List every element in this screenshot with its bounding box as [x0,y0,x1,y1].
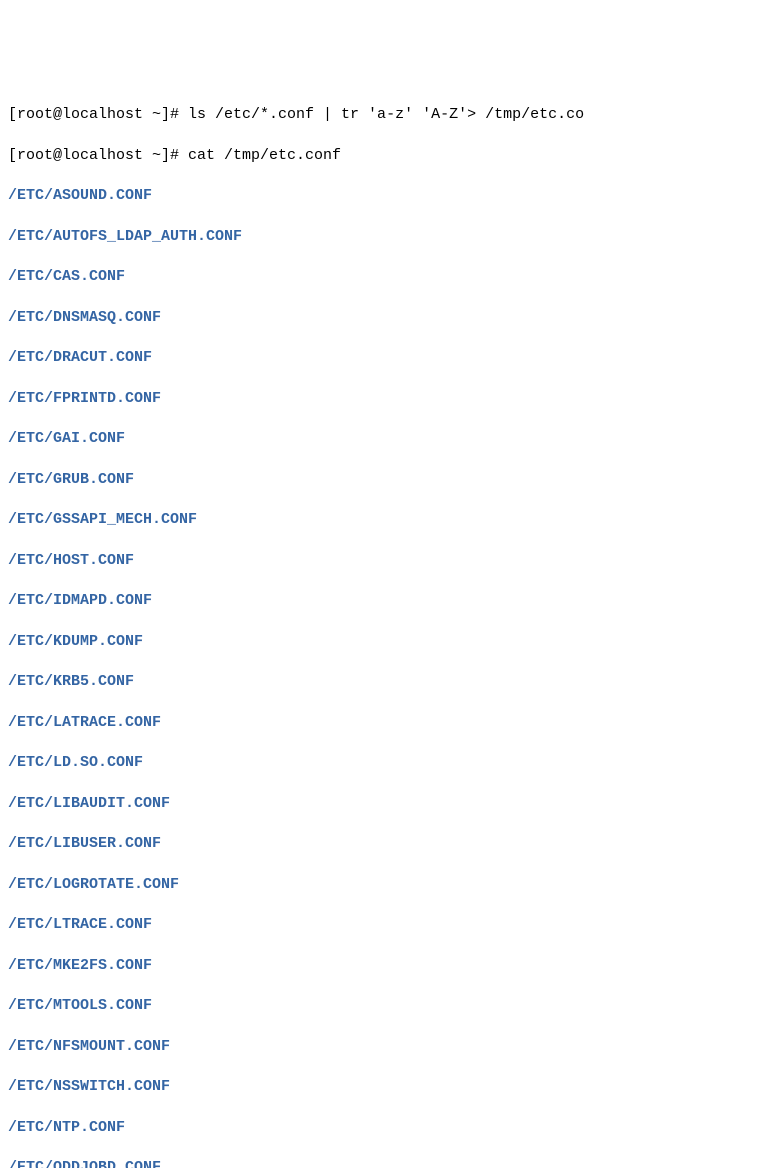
output-line: /ETC/KRB5.CONF [8,672,768,692]
output-line: /ETC/ASOUND.CONF [8,186,768,206]
output-line: /ETC/MTOOLS.CONF [8,996,768,1016]
output-line: /ETC/FPRINTD.CONF [8,389,768,409]
output-line: /ETC/LIBUSER.CONF [8,834,768,854]
output-line: /ETC/NTP.CONF [8,1118,768,1138]
output-line: /ETC/MKE2FS.CONF [8,956,768,976]
output-line: /ETC/GSSAPI_MECH.CONF [8,510,768,530]
output-line: /ETC/GAI.CONF [8,429,768,449]
output-line: /ETC/IDMAPD.CONF [8,591,768,611]
output-line: /ETC/DRACUT.CONF [8,348,768,368]
output-line: /ETC/GRUB.CONF [8,470,768,490]
shell-command: ls /etc/*.conf | tr 'a-z' 'A-Z'> /tmp/et… [188,105,584,125]
output-line: /ETC/DNSMASQ.CONF [8,308,768,328]
output-line: /ETC/HOST.CONF [8,551,768,571]
output-line: /ETC/ODDJOBD.CONF [8,1158,768,1168]
output-line: /ETC/LD.SO.CONF [8,753,768,773]
output-line: /ETC/NSSWITCH.CONF [8,1077,768,1097]
output-line: /ETC/LTRACE.CONF [8,915,768,935]
output-line: /ETC/NFSMOUNT.CONF [8,1037,768,1057]
shell-prompt: [root@localhost ~]# [8,146,188,166]
shell-command: cat /tmp/etc.conf [188,146,341,166]
output-line: /ETC/CAS.CONF [8,267,768,287]
shell-prompt: [root@localhost ~]# [8,105,188,125]
output-line: /ETC/LIBAUDIT.CONF [8,794,768,814]
terminal-output[interactable]: [root@localhost ~]# ls /etc/*.conf | tr … [8,85,768,1168]
output-line: /ETC/AUTOFS_LDAP_AUTH.CONF [8,227,768,247]
output-line: /ETC/KDUMP.CONF [8,632,768,652]
output-line: /ETC/LOGROTATE.CONF [8,875,768,895]
output-line: /ETC/LATRACE.CONF [8,713,768,733]
command-line-1: [root@localhost ~]# ls /etc/*.conf | tr … [8,105,768,125]
command-line-2: [root@localhost ~]# cat /tmp/etc.conf [8,146,768,166]
